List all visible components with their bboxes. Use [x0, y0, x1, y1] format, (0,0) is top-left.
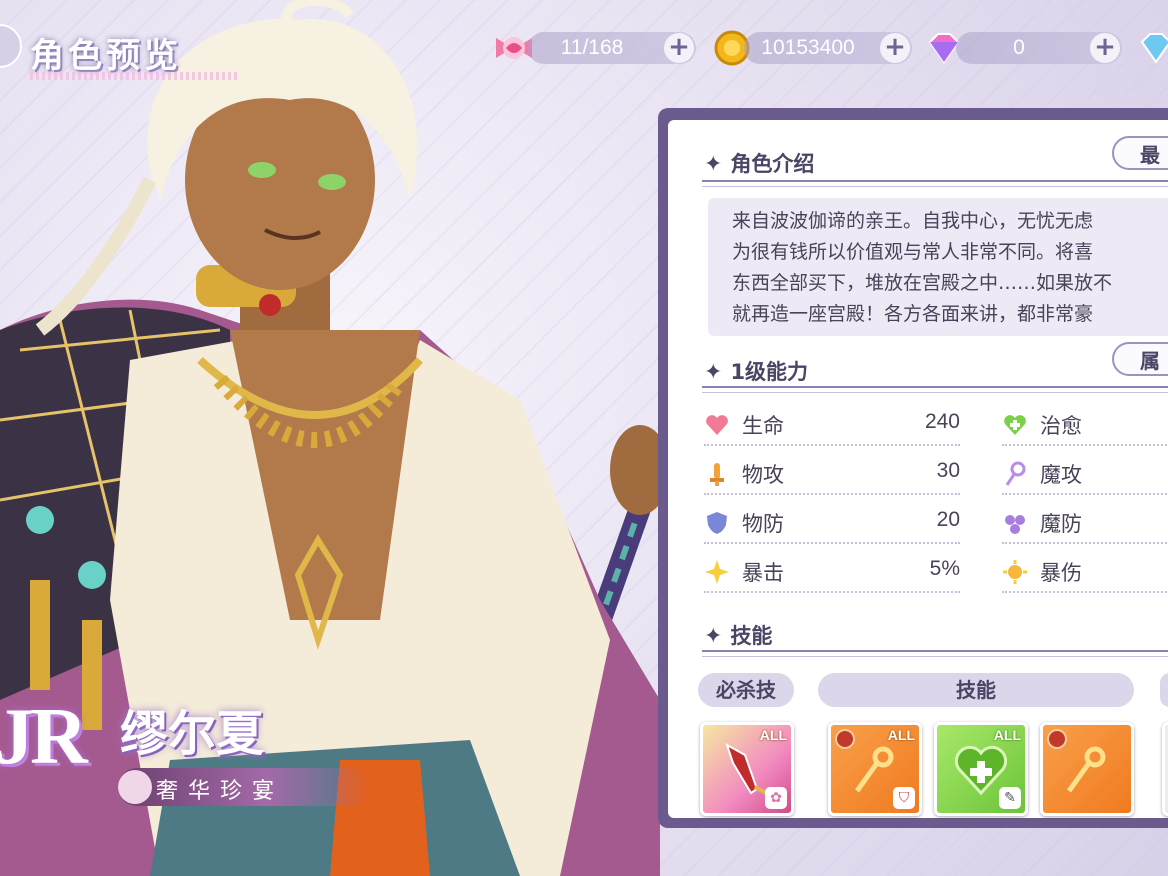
stat-row-crit: 暴击 5%: [704, 553, 960, 593]
stat-value: 5%: [929, 557, 960, 580]
intro-heading: ✦ 角色介绍: [704, 148, 814, 178]
add-candy-button[interactable]: +: [664, 33, 694, 63]
heal-heart-icon: [1004, 415, 1026, 435]
add-diamond-button[interactable]: +: [1090, 33, 1120, 63]
dotted-divider: [1002, 493, 1168, 495]
abilities-heading: ✦ 1级能力: [704, 356, 808, 386]
key-icon: [118, 770, 152, 804]
skills-heading-label: 技能: [730, 624, 773, 648]
panel-content: ✦ 角色介绍 最 来自波波伽谛的亲王。自我中心，无忧无虑 为很有钱所以价值观与常人…: [668, 120, 1168, 818]
abilities-heading-label: 1级能力: [730, 360, 809, 384]
skills-heading: ✦ 技能: [704, 620, 772, 650]
character-description: 来自波波伽谛的亲王。自我中心，无忧无虑 为很有钱所以价值观与常人非常不同。将喜 …: [732, 210, 1113, 325]
skill-partial[interactable]: [1162, 722, 1168, 816]
heart-icon: [706, 415, 728, 435]
skill-golden-staff-2[interactable]: [1040, 722, 1134, 816]
stat-value: 240: [924, 410, 960, 433]
intro-heading-label: 角色介绍: [730, 152, 815, 176]
skill-golden-staff-1[interactable]: ALL ⛉: [828, 722, 922, 816]
stat-row-crit-damage: 暴伤: [1002, 553, 1168, 593]
divider: [702, 386, 1168, 388]
divider: [702, 656, 1168, 657]
character-info-panel: ✦ 角色介绍 最 来自波波伽谛的亲王。自我中心，无忧无虑 为很有钱所以价值观与常人…: [658, 108, 1168, 828]
divider: [702, 392, 1168, 393]
character-subtitle: 奢华珍宴: [156, 779, 285, 804]
dotted-divider: [1002, 542, 1168, 544]
skill-crystal-spear[interactable]: ALL ✿: [700, 722, 794, 816]
sparkle-icon: ✦: [704, 360, 723, 385]
stat-label: 生命: [742, 414, 784, 438]
stat-label: 魔攻: [1040, 463, 1082, 487]
gold-counter: 10153400 +: [744, 32, 912, 64]
blue-diamond-icon: [1140, 33, 1168, 64]
stat-label: 物攻: [742, 463, 784, 487]
page-title: 角色预览: [30, 36, 182, 76]
rarity-badge: JR: [0, 693, 88, 781]
dotted-divider: [704, 493, 960, 495]
gold-count: 10153400: [761, 36, 855, 59]
stat-label: 魔防: [1040, 512, 1082, 536]
stat-value: 30: [936, 459, 960, 482]
shield-icon: [707, 512, 727, 534]
sparkle-icon: ✦: [704, 624, 723, 649]
candy-count: 11/168: [560, 36, 624, 59]
stat-label: 暴伤: [1040, 561, 1082, 585]
stat-row-heal: 治愈: [1002, 406, 1168, 446]
description-box: 来自波波伽谛的亲王。自我中心，无忧无虑 为很有钱所以价值观与常人非常不同。将喜 …: [708, 198, 1168, 336]
stat-label: 治愈: [1040, 414, 1082, 438]
stat-row-physical-defense: 物防 20: [704, 504, 960, 544]
magic-defense-icon: [1005, 515, 1025, 534]
divider: [702, 186, 1168, 187]
diamond-counter: 0 +: [956, 32, 1122, 64]
dotted-divider: [704, 542, 960, 544]
passive-tab[interactable]: [1160, 673, 1168, 707]
sparkle-icon: ✦: [704, 152, 723, 177]
dotted-divider: [704, 591, 960, 593]
stat-row-physical-attack: 物攻 30: [704, 455, 960, 495]
stat-value: 20: [936, 508, 960, 531]
stat-label: 物防: [742, 512, 784, 536]
dotted-divider: [1002, 444, 1168, 446]
stat-row-magic-defense: 魔防: [1002, 504, 1168, 544]
flower-corner-icon: ✿: [765, 787, 787, 809]
stat-label: 暴击: [742, 561, 784, 585]
attributes-button[interactable]: 属: [1112, 342, 1168, 376]
magic-staff-icon: [1005, 461, 1026, 486]
stat-row-hp: 生命 240: [704, 406, 960, 446]
divider: [702, 650, 1168, 652]
golden-staff-skill-icon: [1066, 746, 1106, 793]
shield-corner-icon: ⛉: [893, 787, 915, 809]
divider: [702, 180, 1168, 182]
bandage-corner-icon: ✎: [999, 787, 1021, 809]
stat-row-magic-attack: 魔攻: [1002, 455, 1168, 495]
add-gold-button[interactable]: +: [880, 33, 910, 63]
crit-damage-icon: [1003, 560, 1027, 584]
dotted-divider: [704, 444, 960, 446]
character-illustration: [0, 0, 660, 876]
intro-side-button[interactable]: 最: [1112, 136, 1168, 170]
dotted-divider: [1002, 591, 1168, 593]
diamond-count: 0: [1013, 36, 1025, 59]
crit-star-icon: [705, 560, 729, 584]
character-name: 缪尔夏: [120, 706, 265, 762]
ultimate-tab[interactable]: 必杀技: [698, 673, 794, 707]
skill-heal[interactable]: ALL ✎: [934, 722, 1028, 816]
candy-counter: 11/168 +: [528, 32, 696, 64]
sword-icon: [710, 463, 724, 486]
skill-tab[interactable]: 技能: [818, 673, 1134, 707]
title-decoration: [30, 72, 240, 80]
